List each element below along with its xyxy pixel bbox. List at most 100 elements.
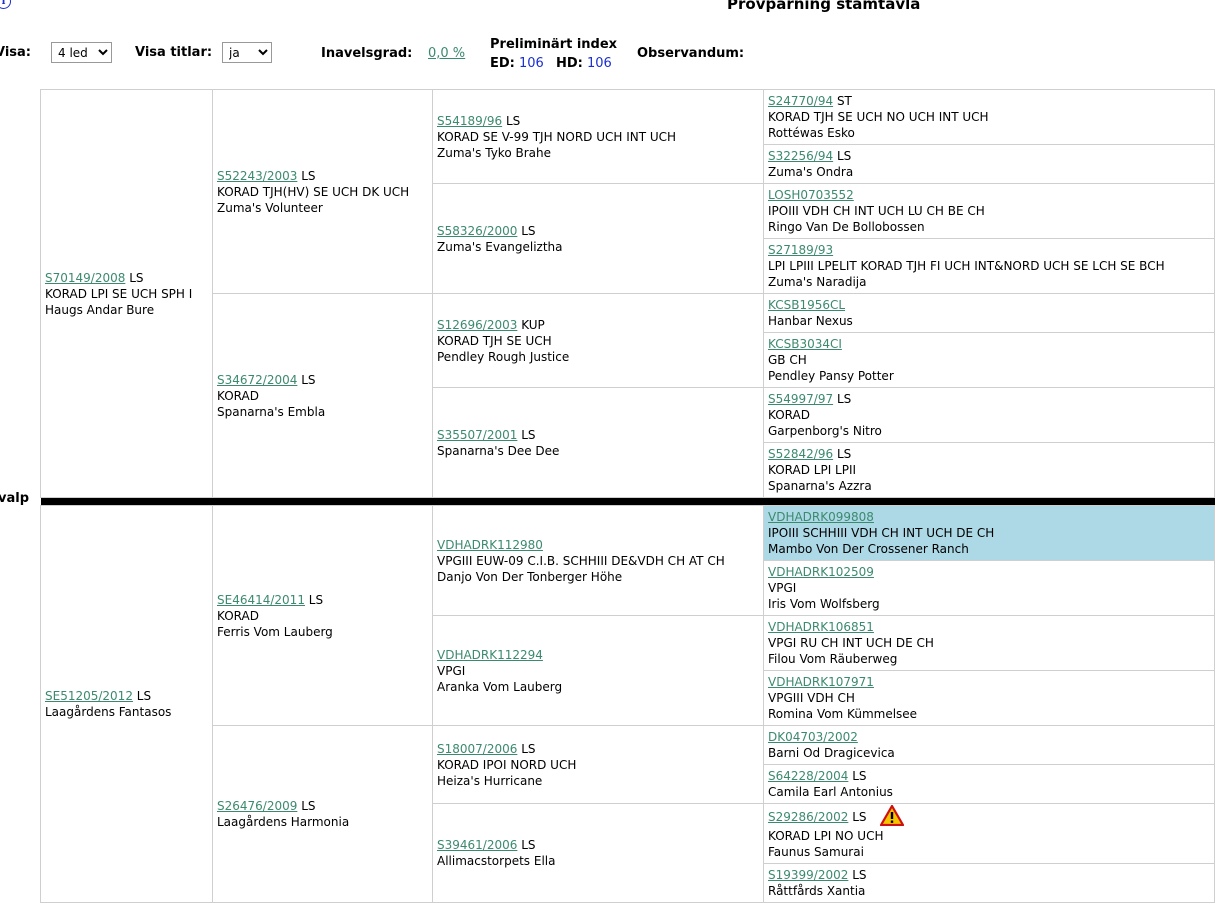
sire-name: Haugs Andar Bure bbox=[45, 302, 155, 317]
sire-dam-suffix: LS bbox=[301, 372, 316, 387]
sire-sire-reg-link[interactable]: S52243/2003 bbox=[217, 169, 297, 183]
g4-suffix: LS bbox=[852, 868, 867, 882]
ds-dam-reg-link[interactable]: VDHADRK112294 bbox=[437, 648, 543, 662]
dd-sire-suffix: LS bbox=[521, 741, 536, 756]
ds-sire-reg-link[interactable]: VDHADRK112980 bbox=[437, 538, 543, 552]
g4-reg-link[interactable]: KCSB3034CI bbox=[768, 337, 842, 351]
g4-titles: KORAD LPI LPII bbox=[768, 463, 857, 477]
visa-titlar-select[interactable]: ja bbox=[222, 42, 272, 63]
sd-sire-titles: KORAD TJH SE UCH bbox=[437, 333, 552, 348]
sire-reg-link[interactable]: S70149/2008 bbox=[45, 271, 125, 285]
ds-sire-name: Danjo Von Der Tonberger Höhe bbox=[437, 569, 623, 584]
ss-dam-reg-link[interactable]: S58326/2000 bbox=[437, 224, 517, 238]
info-icon[interactable]: i bbox=[0, 0, 11, 9]
g4-name: Hanbar Nexus bbox=[768, 314, 853, 328]
pedigree-row: S70149/2008 LS KORAD LPI SE UCH SPH I Ha… bbox=[40, 89, 1215, 498]
g4-reg-link[interactable]: VDHADRK106851 bbox=[768, 620, 874, 634]
g4-reg-link[interactable]: S64228/2004 bbox=[768, 769, 848, 783]
dd-sire-cell: S18007/2006 LS KORAD IPOI NORD UCH Heiza… bbox=[432, 725, 764, 804]
dam-dam-suffix: LS bbox=[301, 799, 316, 813]
inavelsgrad-label: Inavelsgrad: bbox=[321, 46, 413, 61]
g4-reg-link[interactable]: S29286/2002 bbox=[768, 810, 848, 824]
sire-suffix: LS bbox=[129, 270, 144, 285]
g4-titles: VPGI bbox=[768, 581, 797, 595]
g4-titles: VPGIII VDH CH bbox=[768, 691, 855, 705]
g4-name: Iris Vom Wolfsberg bbox=[768, 597, 880, 611]
index-label: Preliminärt index bbox=[490, 37, 618, 52]
separator-bar bbox=[40, 497, 1215, 506]
ed-label: ED: bbox=[490, 56, 515, 71]
dam-name: Laagårdens Fantasos bbox=[45, 705, 172, 719]
dd-dam-suffix: LS bbox=[521, 838, 536, 852]
g4-suffix: ST bbox=[836, 94, 852, 108]
sd-sire-reg-link[interactable]: S12696/2003 bbox=[437, 318, 517, 332]
observandum-label: Observandum: bbox=[637, 46, 745, 61]
g4-reg-link[interactable]: S32256/94 bbox=[768, 149, 833, 163]
g4-cell: S29286/2002 LS KORAD LPI NO UCH Faunus S… bbox=[763, 803, 1215, 864]
g4-reg-link[interactable]: VDHADRK099808 bbox=[768, 510, 874, 524]
dam-reg-link[interactable]: SE51205/2012 bbox=[45, 689, 133, 703]
dd-sire-reg-link[interactable]: S18007/2006 bbox=[437, 742, 517, 756]
g4-cell: S27189/93 LPI LPIII LPELIT KORAD TJH FI … bbox=[763, 238, 1215, 294]
g4-reg-link[interactable]: DK04703/2002 bbox=[768, 730, 858, 744]
g4-cell: S24770/94 ST KORAD TJH SE UCH NO UCH INT… bbox=[763, 89, 1215, 145]
g4-reg-link[interactable]: S27189/93 bbox=[768, 243, 833, 257]
g4-name: Garpenborg's Nitro bbox=[768, 424, 882, 438]
ss-sire-cell: S54189/96 LS KORAD SE V-99 TJH NORD UCH … bbox=[432, 89, 764, 184]
dd-sire-name: Heiza's Hurricane bbox=[437, 773, 543, 788]
pedigree-row: S26476/2009 LS Laagårdens Harmonia S1800… bbox=[41, 725, 1215, 903]
g4-reg-link[interactable]: LOSH0703552 bbox=[768, 188, 854, 202]
inavelsgrad-link[interactable]: 0,0 % bbox=[428, 46, 465, 61]
dd-dam-reg-link[interactable]: S39461/2006 bbox=[437, 838, 517, 852]
sire-dam-reg-link[interactable]: S34672/2004 bbox=[217, 373, 297, 387]
g4-titles: IPOIII SCHHIII VDH CH INT UCH DE CH bbox=[768, 526, 995, 540]
hd-label: HD: bbox=[555, 56, 583, 71]
g4-cell: S19399/2002 LS Råttfårds Xantia bbox=[763, 863, 1215, 903]
pedigree-table: S70149/2008 LS KORAD LPI SE UCH SPH I Ha… bbox=[40, 89, 1215, 903]
visa-label: Visa: bbox=[0, 45, 31, 60]
g4-name: Filou Vom Räuberweg bbox=[768, 652, 898, 666]
g4-cell: LOSH0703552 IPOIII VDH CH INT UCH LU CH … bbox=[763, 183, 1215, 239]
g4-suffix: LS bbox=[852, 810, 867, 824]
sd-dam-suffix: LS bbox=[521, 427, 536, 442]
dam-sire-reg-link[interactable]: SE46414/2011 bbox=[217, 593, 305, 607]
dam-sire-cell: SE46414/2011 LS KORAD Ferris Vom Lauberg bbox=[212, 505, 433, 726]
ds-dam-titles: VPGI bbox=[437, 663, 466, 678]
g4-reg-link[interactable]: VDHADRK107971 bbox=[768, 675, 874, 689]
ds-sire-cell: VDHADRK112980 VPGIII EUW-09 C.I.B. SCHHI… bbox=[432, 505, 764, 616]
g4-titles: LPI LPIII LPELIT KORAD TJH FI UCH INT&NO… bbox=[768, 259, 1165, 273]
sire-cell: S70149/2008 LS KORAD LPI SE UCH SPH I Ha… bbox=[40, 89, 213, 498]
g4-cell: S64228/2004 LS Camila Earl Antonius bbox=[763, 764, 1215, 804]
g4-reg-link[interactable]: S24770/94 bbox=[768, 94, 833, 108]
g4-reg-link[interactable]: KCSB1956CL bbox=[768, 298, 845, 312]
sire-dam-titles: KORAD bbox=[217, 388, 259, 403]
dam-sire-titles: KORAD bbox=[217, 608, 259, 623]
warning-icon[interactable] bbox=[880, 805, 905, 826]
hd-value: 106 bbox=[587, 56, 612, 71]
g4-cell: VDHADRK106851 VPGI RU CH INT UCH DE CH F… bbox=[763, 615, 1215, 671]
g4-reg-link[interactable]: S19399/2002 bbox=[768, 868, 848, 882]
dam-dam-name: Laagårdens Harmonia bbox=[217, 815, 350, 829]
g4-reg-link[interactable]: VDHADRK102509 bbox=[768, 565, 874, 579]
g4-cell: VDHADRK102509 VPGI Iris Vom Wolfsberg bbox=[763, 560, 1215, 616]
g4-reg-link[interactable]: S52842/96 bbox=[768, 447, 833, 461]
ss-sire-reg-link[interactable]: S54189/96 bbox=[437, 114, 502, 128]
visa-select[interactable]: 4 led bbox=[51, 42, 112, 63]
sd-dam-reg-link[interactable]: S35507/2001 bbox=[437, 428, 517, 442]
g4-cell-highlighted: VDHADRK099808 IPOIII SCHHIII VDH CH INT … bbox=[763, 505, 1215, 561]
g4-name: Ringo Van De Bollobossen bbox=[768, 220, 925, 234]
ds-dam-name: Aranka Vom Lauberg bbox=[437, 679, 563, 694]
page-title: Provparning stamtavla bbox=[727, 0, 921, 13]
g4-cell: KCSB3034CI GB CH Pendley Pansy Potter bbox=[763, 332, 1215, 388]
dam-suffix: LS bbox=[136, 689, 152, 703]
sd-sire-name: Pendley Rough Justice bbox=[437, 349, 570, 364]
g4-suffix: LS bbox=[836, 149, 852, 163]
g4-suffix: LS bbox=[852, 769, 867, 783]
dam-dam-reg-link[interactable]: S26476/2009 bbox=[217, 799, 297, 813]
g4-name: Mambo Von Der Crossener Ranch bbox=[768, 542, 969, 556]
g4-cell: S54997/97 LS KORAD Garpenborg's Nitro bbox=[763, 387, 1215, 443]
g4-titles: IPOIII VDH CH INT UCH LU CH BE CH bbox=[768, 204, 985, 218]
g4-reg-link[interactable]: S54997/97 bbox=[768, 392, 833, 406]
index-values: ED: 106 HD: 106 bbox=[490, 56, 612, 71]
ed-value: 106 bbox=[519, 56, 544, 71]
